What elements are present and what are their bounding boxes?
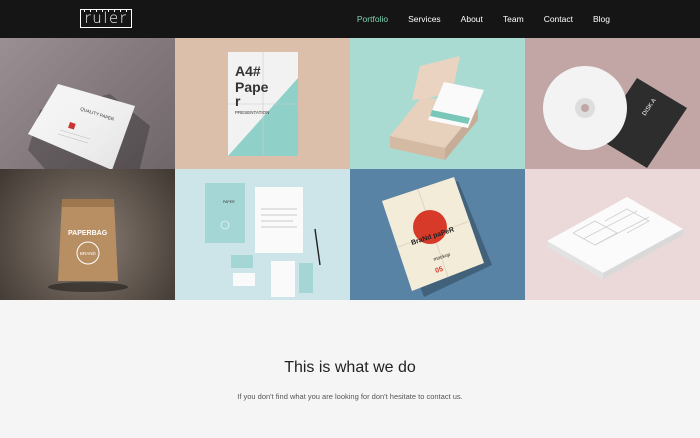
- a4-paper-mockup-image: A4# Pape r PRESENTATION: [228, 52, 298, 156]
- nav-link-team[interactable]: Team: [493, 0, 534, 38]
- tile-5-text-1: PAPERBAG: [68, 230, 108, 237]
- portfolio-tile-a4-paper[interactable]: A4# Pape r PRESENTATION: [175, 38, 350, 169]
- tile-2-title-line-3: r: [235, 93, 241, 109]
- stationery-mockup-image: PAPER: [205, 183, 321, 297]
- cd-disk-mockup-image: DISK A: [543, 66, 687, 168]
- folded-poster-mockup-image: BraNd paPeR mockup 05: [382, 177, 492, 297]
- portfolio-tile-embossed-paper[interactable]: [525, 169, 700, 300]
- nav-link-blog[interactable]: Blog: [583, 0, 620, 38]
- portfolio-tile-stationery[interactable]: PAPER: [175, 169, 350, 300]
- ruler-logo[interactable]: ruler: [80, 9, 132, 28]
- portfolio-tile-letterhead[interactable]: QUALITY PAPER: [0, 38, 175, 169]
- tile-6-text: PAPER: [223, 200, 235, 204]
- tile-2-title-line-1: A4#: [235, 63, 261, 79]
- logo-text: ruler: [84, 9, 128, 27]
- portfolio-grid: QUALITY PAPER A4# Pape r PRESENTATION DI…: [0, 38, 700, 301]
- portfolio-tile-cd-disk[interactable]: DISK A: [525, 38, 700, 169]
- top-navbar: ruler Portfolio Services About Team Cont…: [0, 0, 700, 38]
- section-title: This is what we do: [284, 359, 416, 376]
- nav-link-portfolio[interactable]: Portfolio: [347, 0, 398, 38]
- portfolio-tile-paper-bag[interactable]: PAPERBAG BRAND: [0, 169, 175, 300]
- tile-2-caption: PRESENTATION: [235, 110, 269, 115]
- paper-bag-mockup-image: PAPERBAG BRAND: [48, 199, 128, 292]
- business-cards-mockup-image: [390, 56, 484, 160]
- portfolio-tile-business-cards[interactable]: [350, 38, 525, 169]
- portfolio-tile-folded-poster[interactable]: BraNd paPeR mockup 05: [350, 169, 525, 300]
- main-menu: Portfolio Services About Team Contact Bl…: [347, 0, 620, 38]
- letterhead-mockup-image: QUALITY PAPER: [28, 84, 150, 169]
- what-we-do-section: This is what we do If you don't find wha…: [0, 301, 700, 438]
- tile-5-text-2: BRAND: [80, 251, 97, 256]
- section-subtitle: If you don't find what you are looking f…: [237, 392, 463, 401]
- nav-link-services[interactable]: Services: [398, 0, 451, 38]
- nav-link-about[interactable]: About: [451, 0, 493, 38]
- embossed-paper-mockup-image: [547, 197, 683, 279]
- nav-link-contact[interactable]: Contact: [534, 0, 583, 38]
